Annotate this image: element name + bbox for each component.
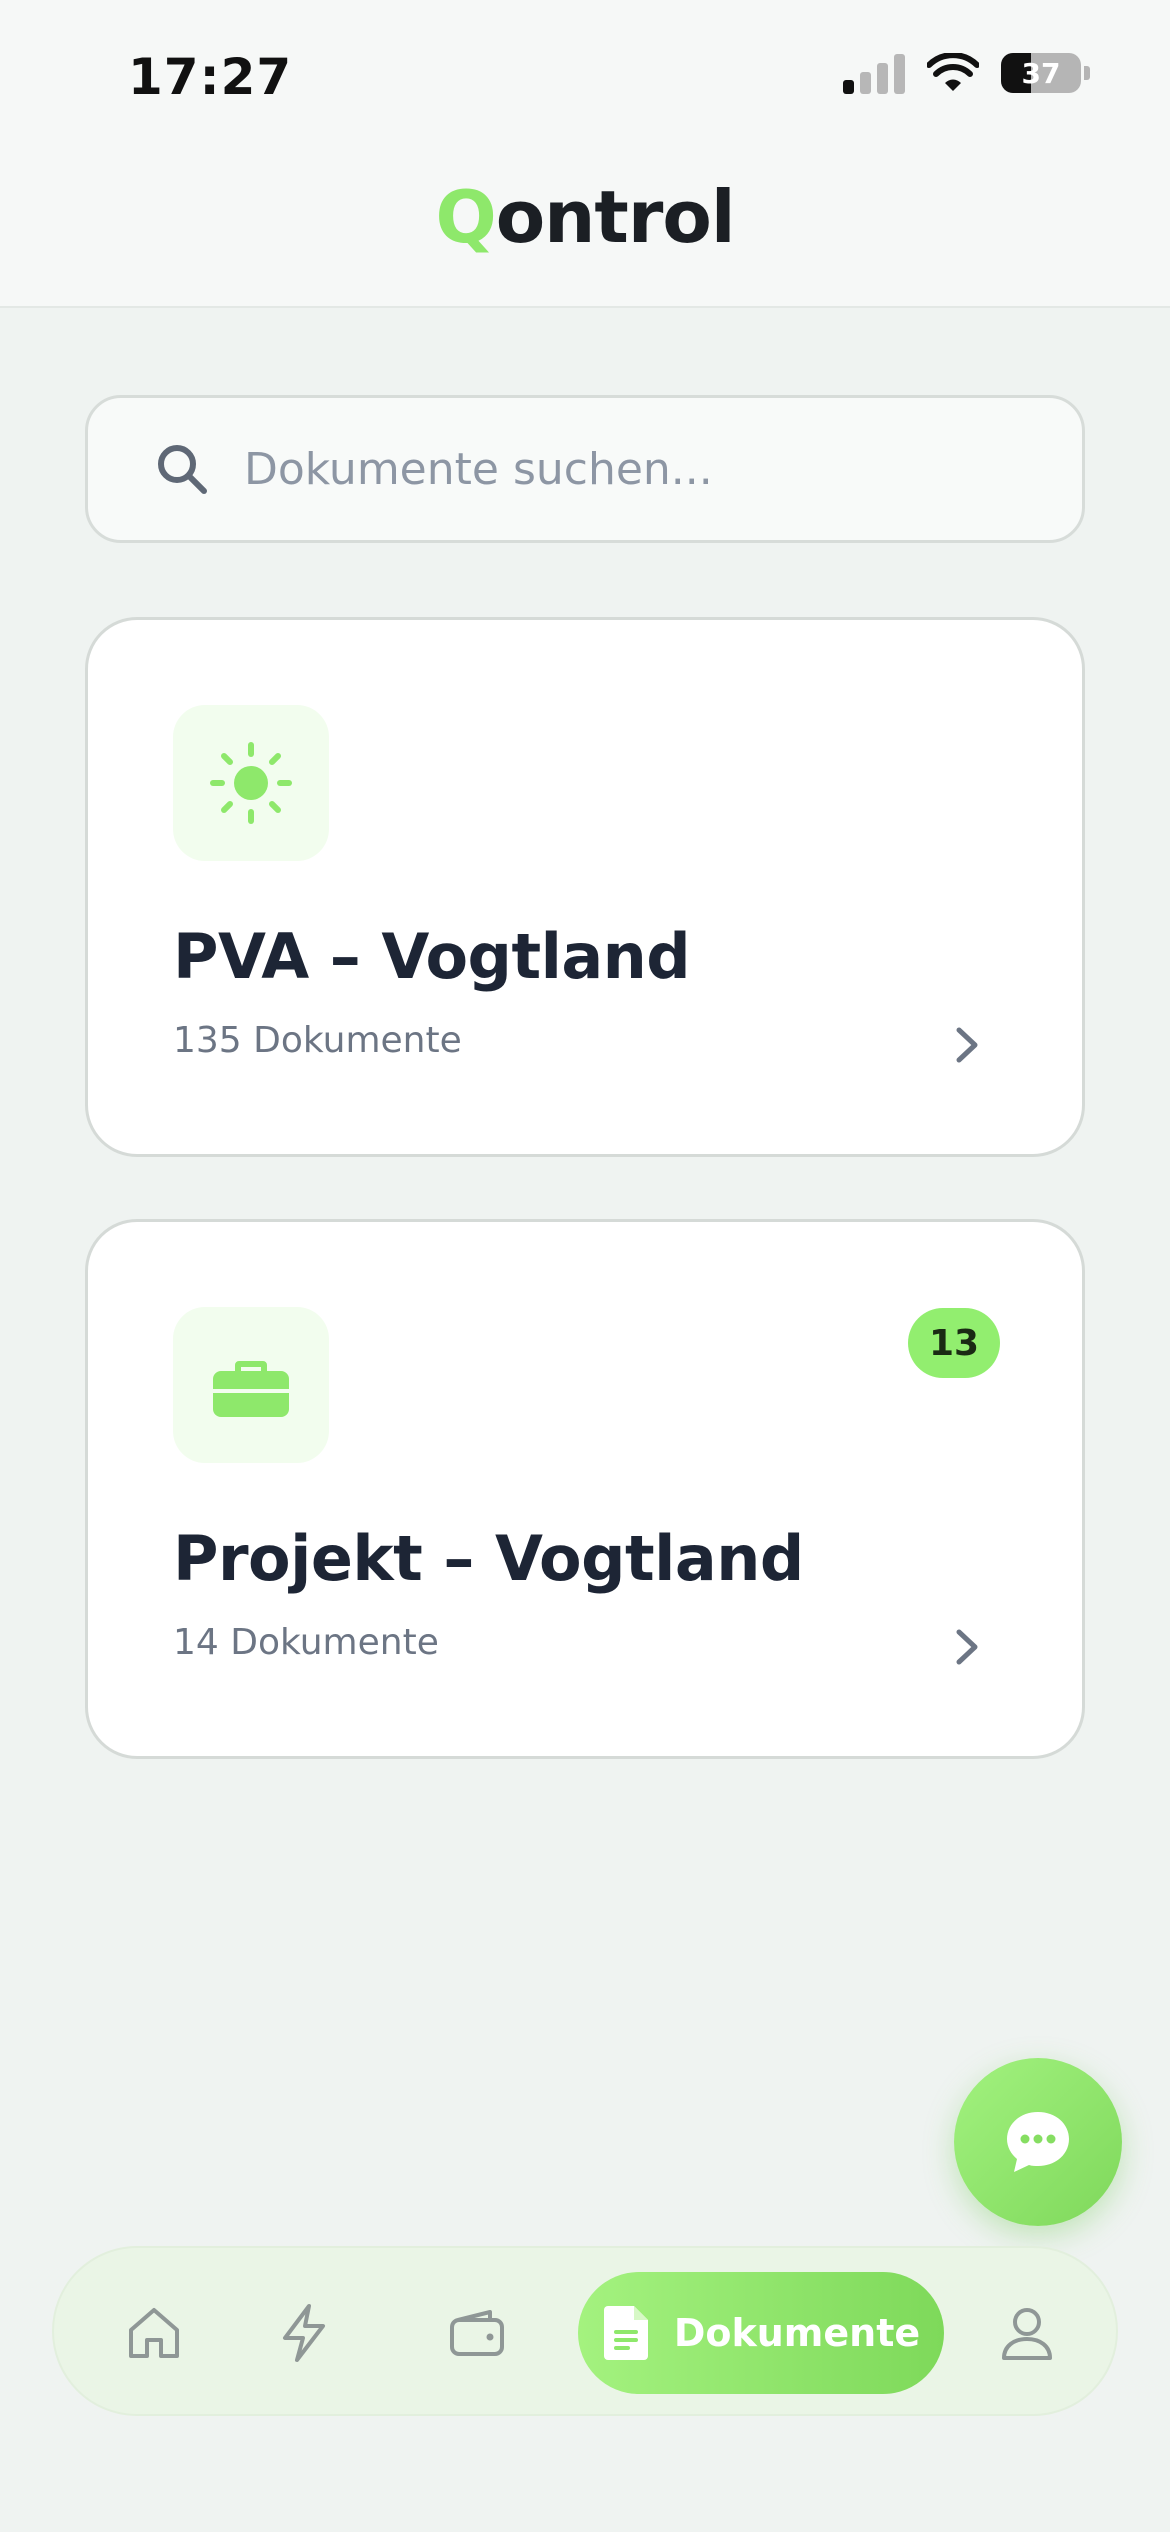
nav-documents[interactable]: Dokumente (578, 2272, 944, 2394)
unread-badge: 13 (908, 1308, 1000, 1378)
nav-documents-label: Dokumente (673, 2311, 921, 2355)
bottom-nav: Dokumente (52, 2246, 1118, 2416)
nav-energy[interactable] (244, 2248, 364, 2418)
home-icon (129, 2308, 179, 2358)
battery-level: 37 (1021, 56, 1061, 90)
status-time: 17:27 (128, 48, 293, 106)
chat-bubble-icon (1007, 2112, 1069, 2172)
folder-title: Projekt – Vogtland (173, 1522, 804, 1595)
folder-icon-tile (173, 1307, 329, 1463)
nav-wallet[interactable] (417, 2248, 537, 2418)
cellular-signal-icon (843, 52, 905, 94)
chevron-right-icon (956, 1027, 978, 1063)
search-box[interactable] (85, 395, 1085, 543)
chevron-right-icon (956, 1629, 978, 1665)
folder-icon-tile (173, 705, 329, 861)
chat-button[interactable] (954, 2058, 1122, 2226)
status-icons: 37 (843, 52, 1090, 94)
folder-document-count: 14 Dokumente (173, 1622, 439, 1663)
wifi-icon (927, 53, 979, 91)
folder-card-projekt-vogtland[interactable]: 13 Projekt – Vogtland 14 Dokumente (85, 1219, 1085, 1759)
folder-card-pva-vogtland[interactable]: PVA – Vogtland 135 Dokumente (85, 617, 1085, 1157)
briefcase-icon (213, 1361, 289, 1417)
search-input[interactable] (244, 443, 1004, 495)
folder-document-count: 135 Dokumente (173, 1020, 462, 1061)
brand-logo-q: Q (435, 175, 496, 259)
nav-profile[interactable] (967, 2248, 1087, 2418)
wallet-icon (450, 2310, 504, 2356)
battery-icon: 37 (1001, 53, 1081, 93)
user-icon (1002, 2308, 1052, 2360)
nav-home[interactable] (94, 2248, 214, 2418)
lightning-icon (283, 2304, 325, 2362)
sun-icon (210, 742, 292, 824)
search-icon (158, 445, 207, 494)
brand-logo-text: ontrol (495, 175, 736, 259)
app-header: 17:27 37 Qontrol (0, 0, 1170, 308)
document-icon (603, 2306, 648, 2360)
brand-logo: Qontrol (0, 175, 1170, 259)
folder-title: PVA – Vogtland (173, 920, 691, 993)
